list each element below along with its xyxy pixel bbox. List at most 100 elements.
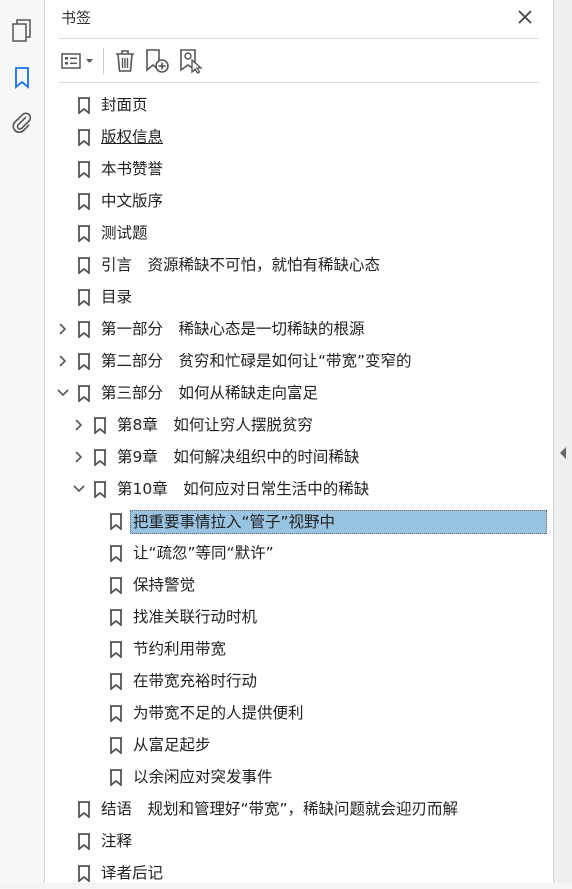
- bookmark-label[interactable]: 从富足起步: [133, 734, 211, 756]
- bookmark-icon: [78, 225, 90, 242]
- bookmark-label[interactable]: 本书赞誉: [101, 158, 163, 180]
- bookmark-label[interactable]: 让“疏忽”等同“默许”: [133, 542, 274, 564]
- attachments-icon[interactable]: [9, 110, 35, 136]
- bookmark-icon: [78, 385, 90, 402]
- bookmark-item[interactable]: 中文版序: [45, 185, 553, 217]
- chevron-right-icon[interactable]: [56, 354, 70, 368]
- bookmark-item[interactable]: 第一部分 稀缺心态是一切稀缺的根源: [45, 313, 553, 345]
- bookmark-label[interactable]: 保持警觉: [133, 574, 195, 596]
- bookmark-label[interactable]: 结语 规划和管理好“带宽”，稀缺问题就会迎刃而解: [101, 798, 458, 820]
- bookmark-icon: [94, 481, 106, 498]
- bookmark-icon: [78, 353, 90, 370]
- bookmark-item[interactable]: 节约利用带宽: [45, 633, 553, 665]
- new-bookmark-button[interactable]: [140, 47, 174, 75]
- chevron-down-icon[interactable]: [72, 482, 86, 496]
- bookmark-icon: [110, 641, 122, 658]
- bookmark-icon: [78, 97, 90, 114]
- bookmark-label[interactable]: 第8章 如何让穷人摆脱贫穷: [117, 414, 313, 436]
- bookmark-label[interactable]: 为带宽不足的人提供便利: [133, 702, 304, 724]
- bookmark-item[interactable]: 封面页: [45, 89, 553, 121]
- bookmark-item[interactable]: 结语 规划和管理好“带宽”，稀缺问题就会迎刃而解: [45, 793, 553, 825]
- bookmark-label[interactable]: 译者后记: [101, 862, 163, 884]
- bookmark-icon: [78, 289, 90, 306]
- bookmark-label[interactable]: 第二部分 贫穷和忙碌是如何让“带宽”变窄的: [101, 350, 412, 372]
- bookmark-label[interactable]: 封面页: [101, 94, 148, 116]
- bookmark-item[interactable]: 在带宽充裕时行动: [45, 665, 553, 697]
- bookmark-label[interactable]: 在带宽充裕时行动: [133, 670, 257, 692]
- bookmark-label[interactable]: 测试题: [101, 222, 148, 244]
- right-collapse-bar[interactable]: [553, 0, 572, 883]
- bookmark-label[interactable]: 引言 资源稀缺不可怕，就怕有稀缺心态: [101, 254, 380, 276]
- bookmark-icon: [78, 321, 90, 338]
- add-bookmark-icon: [146, 49, 169, 73]
- bookmark-item[interactable]: 为带宽不足的人提供便利: [45, 697, 553, 729]
- bookmark-label[interactable]: 找准关联行动时机: [133, 606, 257, 628]
- bookmark-icon: [78, 257, 90, 274]
- bookmark-label[interactable]: 中文版序: [101, 190, 163, 212]
- bookmark-label[interactable]: 第一部分 稀缺心态是一切稀缺的根源: [101, 318, 365, 340]
- bookmark-icon: [110, 545, 122, 562]
- bookmarks-panel: 书签 封面页版权信息本书赞誉中文版序测试题引言 资源稀缺不可怕，就怕有稀缺心态目…: [45, 0, 553, 883]
- chevron-right-icon[interactable]: [72, 450, 86, 464]
- bookmark-label[interactable]: 注释: [101, 830, 132, 852]
- bookmark-label[interactable]: 目录: [101, 286, 132, 308]
- bookmark-icon: [78, 865, 90, 882]
- bookmark-icon: [78, 801, 90, 818]
- close-icon[interactable]: [516, 8, 534, 26]
- bookmark-icon: [78, 833, 90, 850]
- bookmark-item[interactable]: 译者后记: [45, 857, 553, 889]
- bookmark-toolbar: [59, 44, 208, 78]
- bookmark-item[interactable]: 目录: [45, 281, 553, 313]
- left-sidebar: [0, 0, 45, 883]
- bookmark-item[interactable]: 本书赞誉: [45, 153, 553, 185]
- bookmark-item[interactable]: 让“疏忽”等同“默许”: [45, 537, 553, 569]
- bookmark-item[interactable]: 引言 资源稀缺不可怕，就怕有稀缺心态: [45, 249, 553, 281]
- bookmark-item[interactable]: 第二部分 贫穷和忙碌是如何让“带宽”变窄的: [45, 345, 553, 377]
- bookmark-icon: [110, 673, 122, 690]
- bookmark-item[interactable]: 注释: [45, 825, 553, 857]
- bookmark-icon: [78, 161, 90, 178]
- bookmark-label[interactable]: 节约利用带宽: [133, 638, 226, 660]
- divider: [59, 82, 539, 83]
- collapse-panel-icon[interactable]: [560, 447, 566, 459]
- bookmark-icon: [110, 705, 122, 722]
- bookmark-icon: [110, 513, 122, 530]
- bookmark-item[interactable]: 把重要事情拉入“管子”视野中: [45, 505, 553, 537]
- bookmark-item[interactable]: 从富足起步: [45, 729, 553, 761]
- options-menu-button[interactable]: [59, 47, 97, 75]
- chevron-right-icon[interactable]: [56, 322, 70, 336]
- bookmark-item[interactable]: 保持警觉: [45, 569, 553, 601]
- page-thumbnails-icon[interactable]: [9, 18, 35, 44]
- list-options-icon: [61, 53, 93, 69]
- bookmark-item[interactable]: 第三部分 如何从稀缺走向富足: [45, 377, 553, 409]
- bookmark-item[interactable]: 找准关联行动时机: [45, 601, 553, 633]
- bookmark-item[interactable]: 第9章 如何解决组织中的时间稀缺: [45, 441, 553, 473]
- chevron-down-icon[interactable]: [56, 386, 70, 400]
- bookmark-label[interactable]: 版权信息: [101, 126, 163, 148]
- bookmark-icon: [94, 417, 106, 434]
- bookmark-label[interactable]: 第三部分 如何从稀缺走向富足: [101, 382, 318, 404]
- divider: [59, 38, 539, 39]
- bookmark-icon: [110, 769, 122, 786]
- bookmarks-icon[interactable]: [9, 65, 35, 91]
- bookmark-item[interactable]: 测试题: [45, 217, 553, 249]
- bookmark-properties-button[interactable]: [174, 47, 208, 75]
- bookmark-icon: [78, 129, 90, 146]
- bookmark-label[interactable]: 第9章 如何解决组织中的时间稀缺: [117, 446, 359, 468]
- trash-icon: [116, 50, 134, 72]
- bookmark-label[interactable]: 以余闲应对突发事件: [133, 766, 273, 788]
- bookmark-item[interactable]: 第10章 如何应对日常生活中的稀缺: [45, 473, 553, 505]
- bookmark-cursor-icon: [180, 49, 203, 74]
- bookmark-item[interactable]: 第8章 如何让穷人摆脱贫穷: [45, 409, 553, 441]
- panel-title: 书签: [61, 9, 92, 27]
- chevron-right-icon[interactable]: [72, 418, 86, 432]
- bookmark-icon: [78, 193, 90, 210]
- bookmark-label[interactable]: 第10章 如何应对日常生活中的稀缺: [117, 478, 369, 500]
- bookmark-item[interactable]: 版权信息: [45, 121, 553, 153]
- bookmark-icon: [110, 737, 122, 754]
- bookmark-item[interactable]: 以余闲应对突发事件: [45, 761, 553, 793]
- bookmark-label-selected[interactable]: 把重要事情拉入“管子”视野中: [130, 510, 547, 534]
- toolbar-separator: [103, 48, 104, 74]
- bookmark-icon: [110, 609, 122, 626]
- delete-bookmark-button[interactable]: [110, 47, 140, 75]
